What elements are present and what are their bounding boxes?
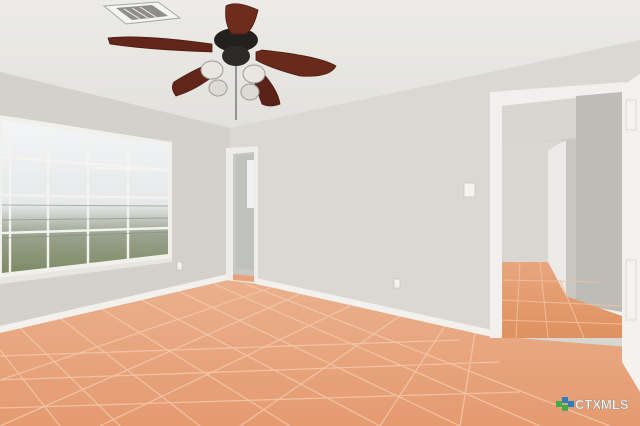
light-switch [463,182,476,198]
back-wall-outlet [393,278,401,289]
fan-light-bulb [240,83,260,101]
fan-light-bulb [208,79,228,97]
watermark-text: CTXMLS [575,397,629,412]
left-wall-outlet [176,261,183,271]
window [0,115,172,284]
hallway-wall-right [576,92,622,312]
hallway-ceiling [502,98,576,146]
fan-light-bulb [242,64,266,84]
fan-light-bulb [200,60,224,80]
open-door [622,74,640,392]
side-doorway [226,146,258,284]
empty-room-photo: CTXMLS [0,0,640,426]
